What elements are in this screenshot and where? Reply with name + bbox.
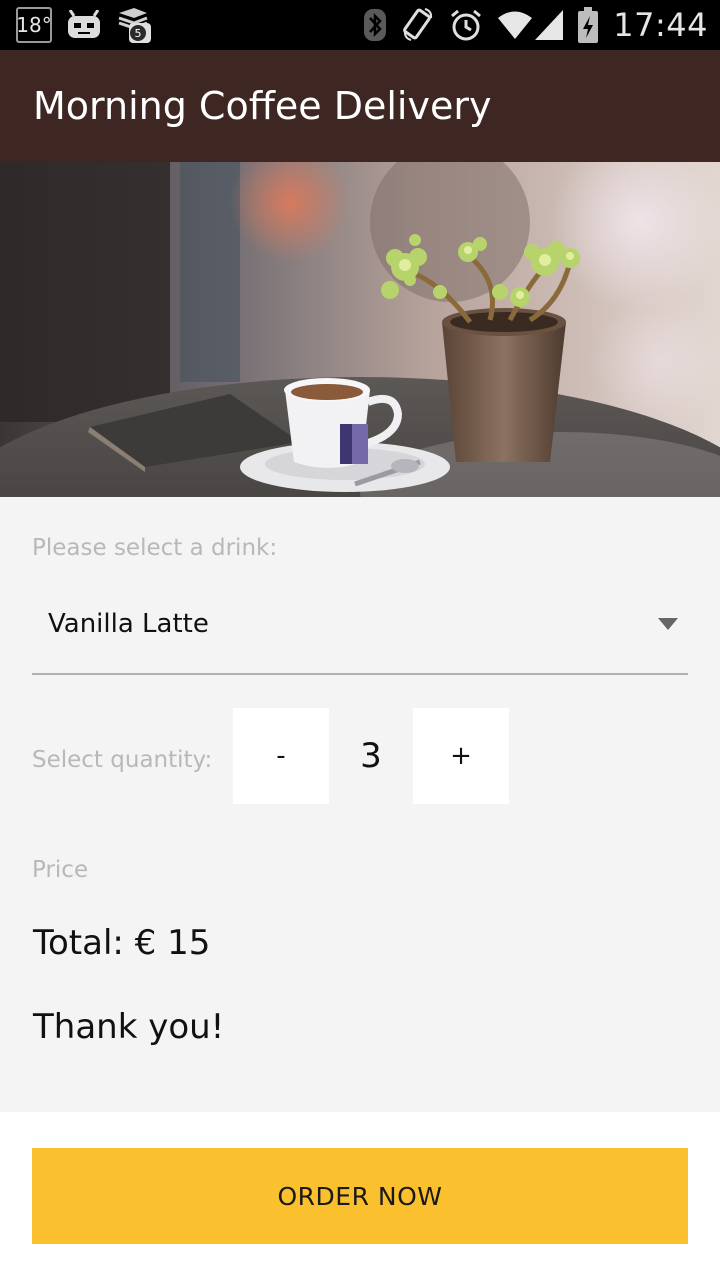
rotate-icon: [401, 8, 435, 42]
stack-notification-icon: 5: [116, 7, 152, 43]
app-screen: 18° 5 17:44 Morning Coffee Delivery Plea…: [0, 0, 720, 1280]
signal-icon: [535, 10, 564, 40]
status-time: 17:44: [613, 6, 708, 44]
price-label: Price: [32, 857, 89, 883]
app-title: Morning Coffee Delivery: [33, 84, 492, 128]
quantity-value: 3: [360, 736, 382, 776]
app-bar: Morning Coffee Delivery: [0, 50, 720, 162]
bluetooth-icon: [363, 8, 387, 42]
temperature-value: 18°: [16, 7, 52, 43]
total-price-text: Total: € 15: [33, 923, 211, 963]
status-bar-left: 18° 5: [16, 0, 166, 50]
increment-button[interactable]: +: [413, 708, 509, 804]
status-bar: 18° 5 17:44: [0, 0, 720, 50]
drink-label: Please select a drink:: [32, 535, 278, 561]
order-now-button[interactable]: ORDER NOW: [32, 1148, 688, 1244]
dropdown-arrow-icon: [658, 618, 678, 630]
thank-you-text: Thank you!: [33, 1007, 225, 1047]
notification-count: 5: [135, 27, 142, 40]
android-icon: [66, 10, 102, 40]
quantity-label: Select quantity:: [32, 747, 213, 773]
drink-selected-value: Vanilla Latte: [48, 609, 209, 639]
order-form: Please select a drink: Vanilla Latte Sel…: [0, 497, 720, 1112]
alarm-icon: [449, 8, 483, 42]
status-bar-right: 17:44: [349, 0, 708, 50]
spinner-underline: [32, 673, 688, 675]
battery-icon: [577, 7, 599, 43]
hero-coffee-image: [0, 162, 720, 497]
decrement-button[interactable]: -: [233, 708, 329, 804]
temperature-icon: 18°: [16, 7, 52, 43]
drink-spinner[interactable]: Vanilla Latte: [32, 585, 688, 675]
wifi-icon: [497, 10, 533, 40]
